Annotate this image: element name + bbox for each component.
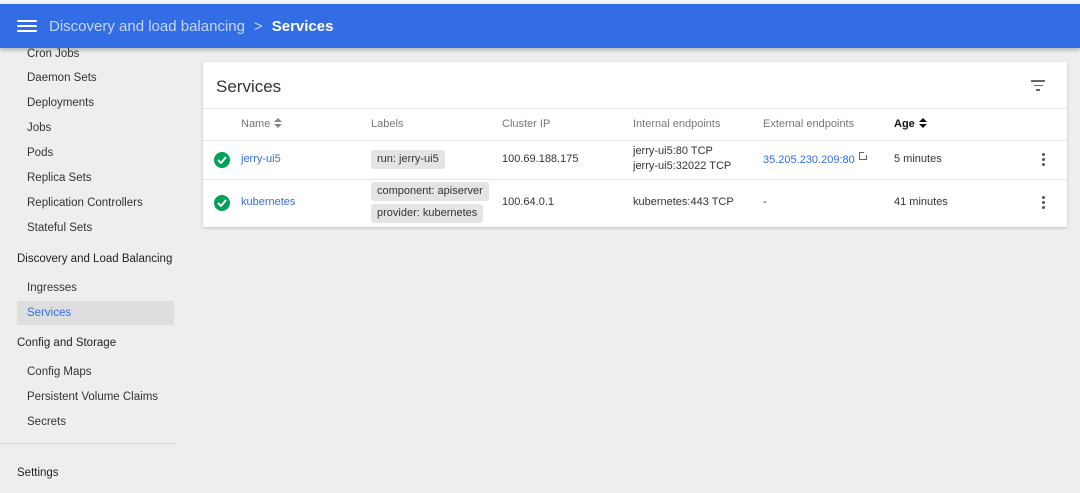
age: 41 minutes	[894, 196, 948, 208]
filter-list-icon[interactable]	[1031, 80, 1045, 92]
column-header-labels: Labels	[371, 118, 404, 130]
column-header-age[interactable]: Age	[894, 117, 927, 131]
check-circle-icon	[214, 195, 230, 211]
sidebar-item-stateful-sets[interactable]: Stateful Sets	[17, 216, 174, 240]
external-endpoint-link[interactable]: 35.205.230.209:80	[763, 154, 855, 166]
sort-ascending-icon	[918, 118, 927, 130]
label-chip: provider: kubernetes	[371, 204, 484, 223]
sidebar-item-pods[interactable]: Pods	[17, 141, 174, 165]
external-endpoint: -	[763, 196, 767, 208]
sidebar-item-cron-jobs[interactable]: Cron Jobs	[17, 48, 174, 66]
sidebar-item-settings[interactable]: Settings	[17, 463, 59, 483]
sidebar-item-secrets[interactable]: Secrets	[17, 410, 174, 434]
divider	[203, 108, 1067, 109]
sidebar-divider	[0, 443, 175, 444]
column-header-name[interactable]: Name	[241, 117, 283, 131]
sidebar-item-ingresses[interactable]: Ingresses	[17, 276, 174, 300]
sidebar-section-discovery[interactable]: Discovery and Load Balancing	[17, 249, 172, 269]
sidebar-item-config-maps[interactable]: Config Maps	[17, 360, 174, 384]
sidebar-item-replica-sets[interactable]: Replica Sets	[17, 166, 174, 190]
column-header-external-endpoints: External endpoints	[763, 118, 855, 130]
cluster-ip: 100.64.0.1	[502, 196, 554, 208]
check-circle-icon	[214, 152, 230, 168]
internal-endpoint: kubernetes:443 TCP	[633, 196, 734, 208]
sidebar-item-deployments[interactable]: Deployments	[17, 91, 174, 115]
external-endpoint[interactable]: 35.205.230.209:80	[763, 151, 868, 168]
divider	[203, 140, 1067, 141]
menu-icon[interactable]	[17, 18, 37, 34]
service-name-link[interactable]: kubernetes	[241, 195, 295, 210]
age: 5 minutes	[894, 153, 942, 165]
breadcrumb-current: Services	[271, 17, 334, 35]
services-card: Services Name Labels Cluster IP Internal…	[203, 62, 1067, 227]
internal-endpoint: jerry-ui5:32022 TCP	[633, 160, 732, 172]
labels-cell: provider: kubernetes	[371, 204, 484, 223]
open-in-new-icon[interactable]	[858, 151, 868, 160]
label-chip: run: jerry-ui5	[371, 150, 445, 169]
sidebar-item-persistent-volume-claims[interactable]: Persistent Volume Claims	[17, 385, 174, 409]
column-header-age-label: Age	[894, 118, 915, 130]
service-name-link[interactable]: jerry-ui5	[241, 152, 281, 167]
sidebar-item-replication-controllers[interactable]: Replication Controllers	[17, 191, 174, 215]
breadcrumb-parent[interactable]: Discovery and load balancing	[49, 18, 245, 35]
sidebar-section-config-storage[interactable]: Config and Storage	[17, 333, 116, 353]
labels-cell: component: apiserver	[371, 182, 489, 201]
divider	[203, 179, 1067, 180]
column-header-cluster-ip: Cluster IP	[502, 118, 551, 130]
more-vert-icon[interactable]	[1042, 153, 1046, 167]
card-title: Services	[216, 77, 282, 96]
more-vert-icon[interactable]	[1042, 196, 1046, 210]
cluster-ip: 100.69.188.175	[502, 153, 579, 165]
breadcrumb-separator: >	[253, 17, 263, 35]
sidebar-item-daemon-sets[interactable]: Daemon Sets	[17, 66, 174, 90]
internal-endpoint: jerry-ui5:80 TCP	[633, 145, 713, 157]
sidebar-item-services[interactable]: Services	[17, 301, 174, 325]
sidebar-item-jobs[interactable]: Jobs	[17, 116, 174, 140]
label-chip: component: apiserver	[371, 182, 489, 201]
top-app-bar: Discovery and load balancing > Services	[0, 4, 1080, 48]
column-header-internal-endpoints: Internal endpoints	[633, 118, 721, 130]
sidebar: Cron Jobs Daemon Sets Deployments Jobs P…	[0, 48, 175, 493]
sort-icon	[274, 118, 283, 130]
labels-cell: run: jerry-ui5	[371, 150, 445, 169]
column-header-name-label: Name	[241, 118, 271, 130]
